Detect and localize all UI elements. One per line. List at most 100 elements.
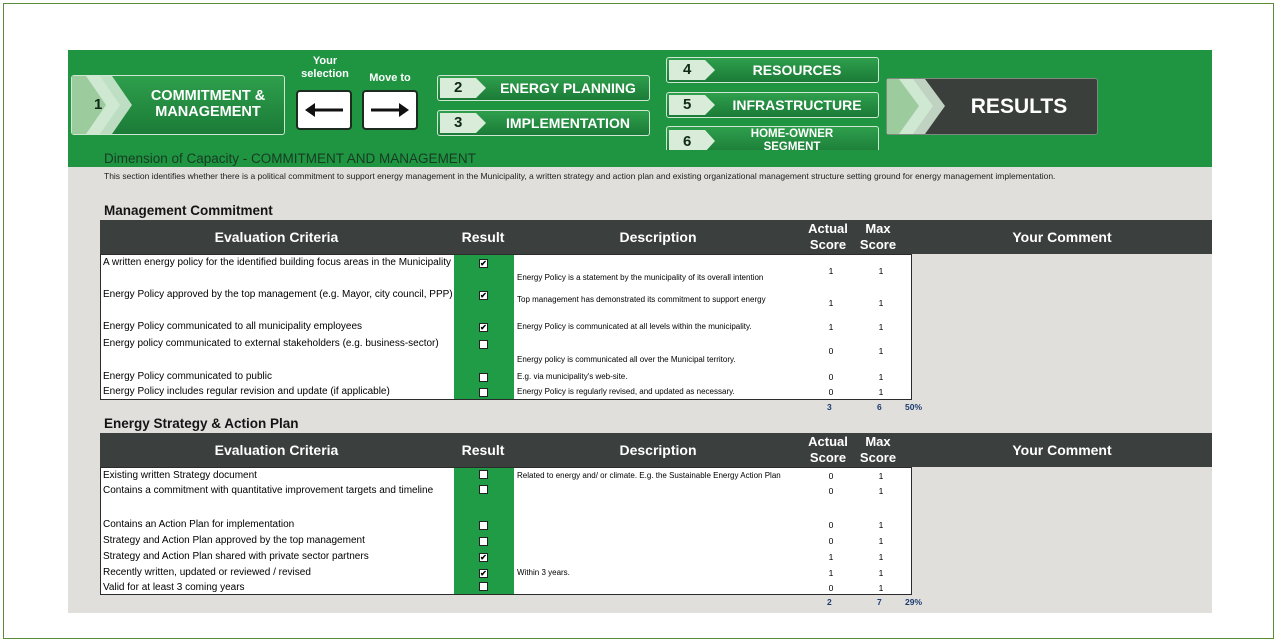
criteria-cell: Energy Policy communicated to public: [103, 371, 272, 382]
result-checkbox[interactable]: [479, 470, 488, 479]
nav-implementation-button[interactable]: 3 IMPLEMENTATION: [437, 110, 650, 136]
description-cell: Energy policy is communicated all over t…: [517, 355, 736, 364]
actual-score-cell: 0: [828, 346, 834, 356]
section-title-management-commitment: Management Commitment: [104, 203, 273, 218]
step-number: 4: [683, 61, 692, 78]
description-cell: Related to energy and/ or climate. E.g. …: [517, 471, 781, 480]
result-checkbox[interactable]: [479, 521, 488, 530]
nav-commitment-management-button[interactable]: 1 COMMITMENT & MANAGEMENT: [71, 75, 285, 135]
actual-score-cell: 0: [828, 486, 834, 496]
chevron-icon: [669, 60, 715, 80]
table-row: Energy Policy communicated to public E.g.…: [101, 370, 913, 385]
chevron-icon: [669, 95, 715, 115]
max-score-cell: 1: [878, 568, 884, 578]
max-score-cell: 1: [878, 552, 884, 562]
result-checkbox[interactable]: ✔: [479, 553, 488, 562]
criteria-cell: Contains a commitment with quantitative …: [103, 485, 434, 496]
your-selection-caption: Your selection: [301, 55, 349, 81]
table-row: Contains a commitment with quantitative …: [101, 484, 913, 516]
actual-score-cell: 0: [828, 583, 834, 593]
header-criteria: Evaluation Criteria: [214, 442, 339, 458]
table-header: Evaluation Criteria Result Description A…: [100, 433, 1212, 467]
actual-score-cell: 0: [828, 536, 834, 546]
nav-resources-button[interactable]: 4 RESOURCES: [666, 57, 879, 83]
table-body: Existing written Strategy document Relate…: [100, 467, 912, 595]
result-checkbox[interactable]: ✔: [479, 569, 488, 578]
result-checkbox[interactable]: ✔: [479, 323, 488, 332]
criteria-cell: Valid for at least 3 coming years: [103, 582, 245, 593]
criteria-cell: Existing written Strategy document: [103, 470, 257, 481]
results-button[interactable]: RESULTS: [886, 78, 1098, 135]
next-button[interactable]: [362, 90, 418, 130]
criteria-cell: Contains an Action Plan for implementati…: [103, 519, 295, 530]
total-max-score: 6: [877, 402, 882, 412]
chevron-icon: [440, 78, 486, 98]
step-number: 3: [454, 114, 463, 131]
section-title-strategy-action-plan: Energy Strategy & Action Plan: [104, 416, 299, 431]
header-result: Result: [461, 442, 505, 458]
criteria-cell: Strategy and Action Plan shared with pri…: [103, 551, 369, 562]
result-checkbox[interactable]: ✔: [479, 259, 488, 268]
max-score-cell: 1: [878, 322, 884, 332]
max-score-cell: 1: [878, 298, 884, 308]
step-number: 1: [94, 96, 103, 113]
description-cell: E.g. via municipality's web-site.: [517, 372, 628, 381]
max-score-cell: 1: [878, 583, 884, 593]
table-row: Energy policy communicated to external s…: [101, 337, 913, 369]
actual-score-cell: 1: [828, 298, 834, 308]
description-cell: Top management has demonstrated its comm…: [517, 295, 766, 304]
header-description: Description: [619, 229, 697, 245]
nav-label: COMMITMENT & MANAGEMENT: [150, 88, 266, 120]
table-row: A written energy policy for the identifi…: [101, 256, 913, 287]
criteria-cell: Energy Policy includes regular revision …: [103, 386, 390, 397]
table-body: A written energy policy for the identifi…: [100, 254, 912, 400]
actual-score-cell: 0: [828, 471, 834, 481]
nav-label: ENERGY PLANNING: [500, 80, 636, 96]
criteria-cell: Strategy and Action Plan approved by the…: [103, 535, 365, 546]
total-percent: 50%: [905, 402, 923, 412]
header-your-comment: Your Comment: [1012, 229, 1112, 245]
total-actual-score: 2: [827, 597, 832, 607]
arrow-right-icon: [371, 103, 409, 117]
actual-score-cell: 1: [828, 568, 834, 578]
result-checkbox[interactable]: [479, 388, 488, 397]
result-checkbox[interactable]: ✔: [479, 291, 488, 300]
description-cell: Energy Policy is regularly revised, and …: [517, 387, 735, 396]
previous-button[interactable]: [296, 90, 352, 130]
header-description: Description: [619, 442, 697, 458]
description-cell: Energy Policy is communicated at all lev…: [517, 322, 752, 331]
step-number: 5: [683, 96, 692, 113]
max-score-cell: 1: [878, 372, 884, 382]
table-row: Energy Policy approved by the top manage…: [101, 288, 913, 320]
description-cell: Within 3 years.: [517, 568, 570, 577]
header-actual-score: Actual Score: [808, 221, 848, 252]
table-row: Contains an Action Plan for implementati…: [101, 518, 913, 534]
header-actual-score: Actual Score: [808, 434, 848, 465]
table-row: Strategy and Action Plan approved by the…: [101, 534, 913, 550]
actual-score-cell: 1: [828, 322, 834, 332]
nav-label: IMPLEMENTATION: [506, 115, 630, 131]
table-header: Evaluation Criteria Result Description A…: [100, 220, 1212, 254]
criteria-cell: Energy Policy communicated to all munici…: [103, 321, 363, 332]
table-row: Valid for at least 3 coming years 0 1: [101, 581, 913, 596]
header-max-score: Max Score: [859, 434, 897, 465]
step-number: 6: [683, 133, 692, 150]
max-score-cell: 1: [878, 346, 884, 356]
header-max-score: Max Score: [859, 221, 897, 252]
nav-infrastructure-button[interactable]: 5 INFRASTRUCTURE: [666, 92, 879, 118]
result-checkbox[interactable]: [479, 340, 488, 349]
max-score-cell: 1: [878, 486, 884, 496]
results-label: RESULTS: [970, 95, 1068, 118]
criteria-cell: A written energy policy for the identifi…: [103, 257, 451, 268]
actual-score-cell: 0: [828, 372, 834, 382]
result-checkbox[interactable]: [479, 485, 488, 494]
total-percent: 29%: [905, 597, 923, 607]
header-result: Result: [461, 229, 505, 245]
chevron-icon: [887, 79, 945, 134]
result-checkbox[interactable]: [479, 582, 488, 591]
description-cell: Energy Policy is a statement by the muni…: [517, 273, 764, 282]
result-checkbox[interactable]: [479, 373, 488, 382]
nav-energy-planning-button[interactable]: 2 ENERGY PLANNING: [437, 75, 650, 101]
arrow-left-icon: [305, 103, 343, 117]
result-checkbox[interactable]: [479, 537, 488, 546]
